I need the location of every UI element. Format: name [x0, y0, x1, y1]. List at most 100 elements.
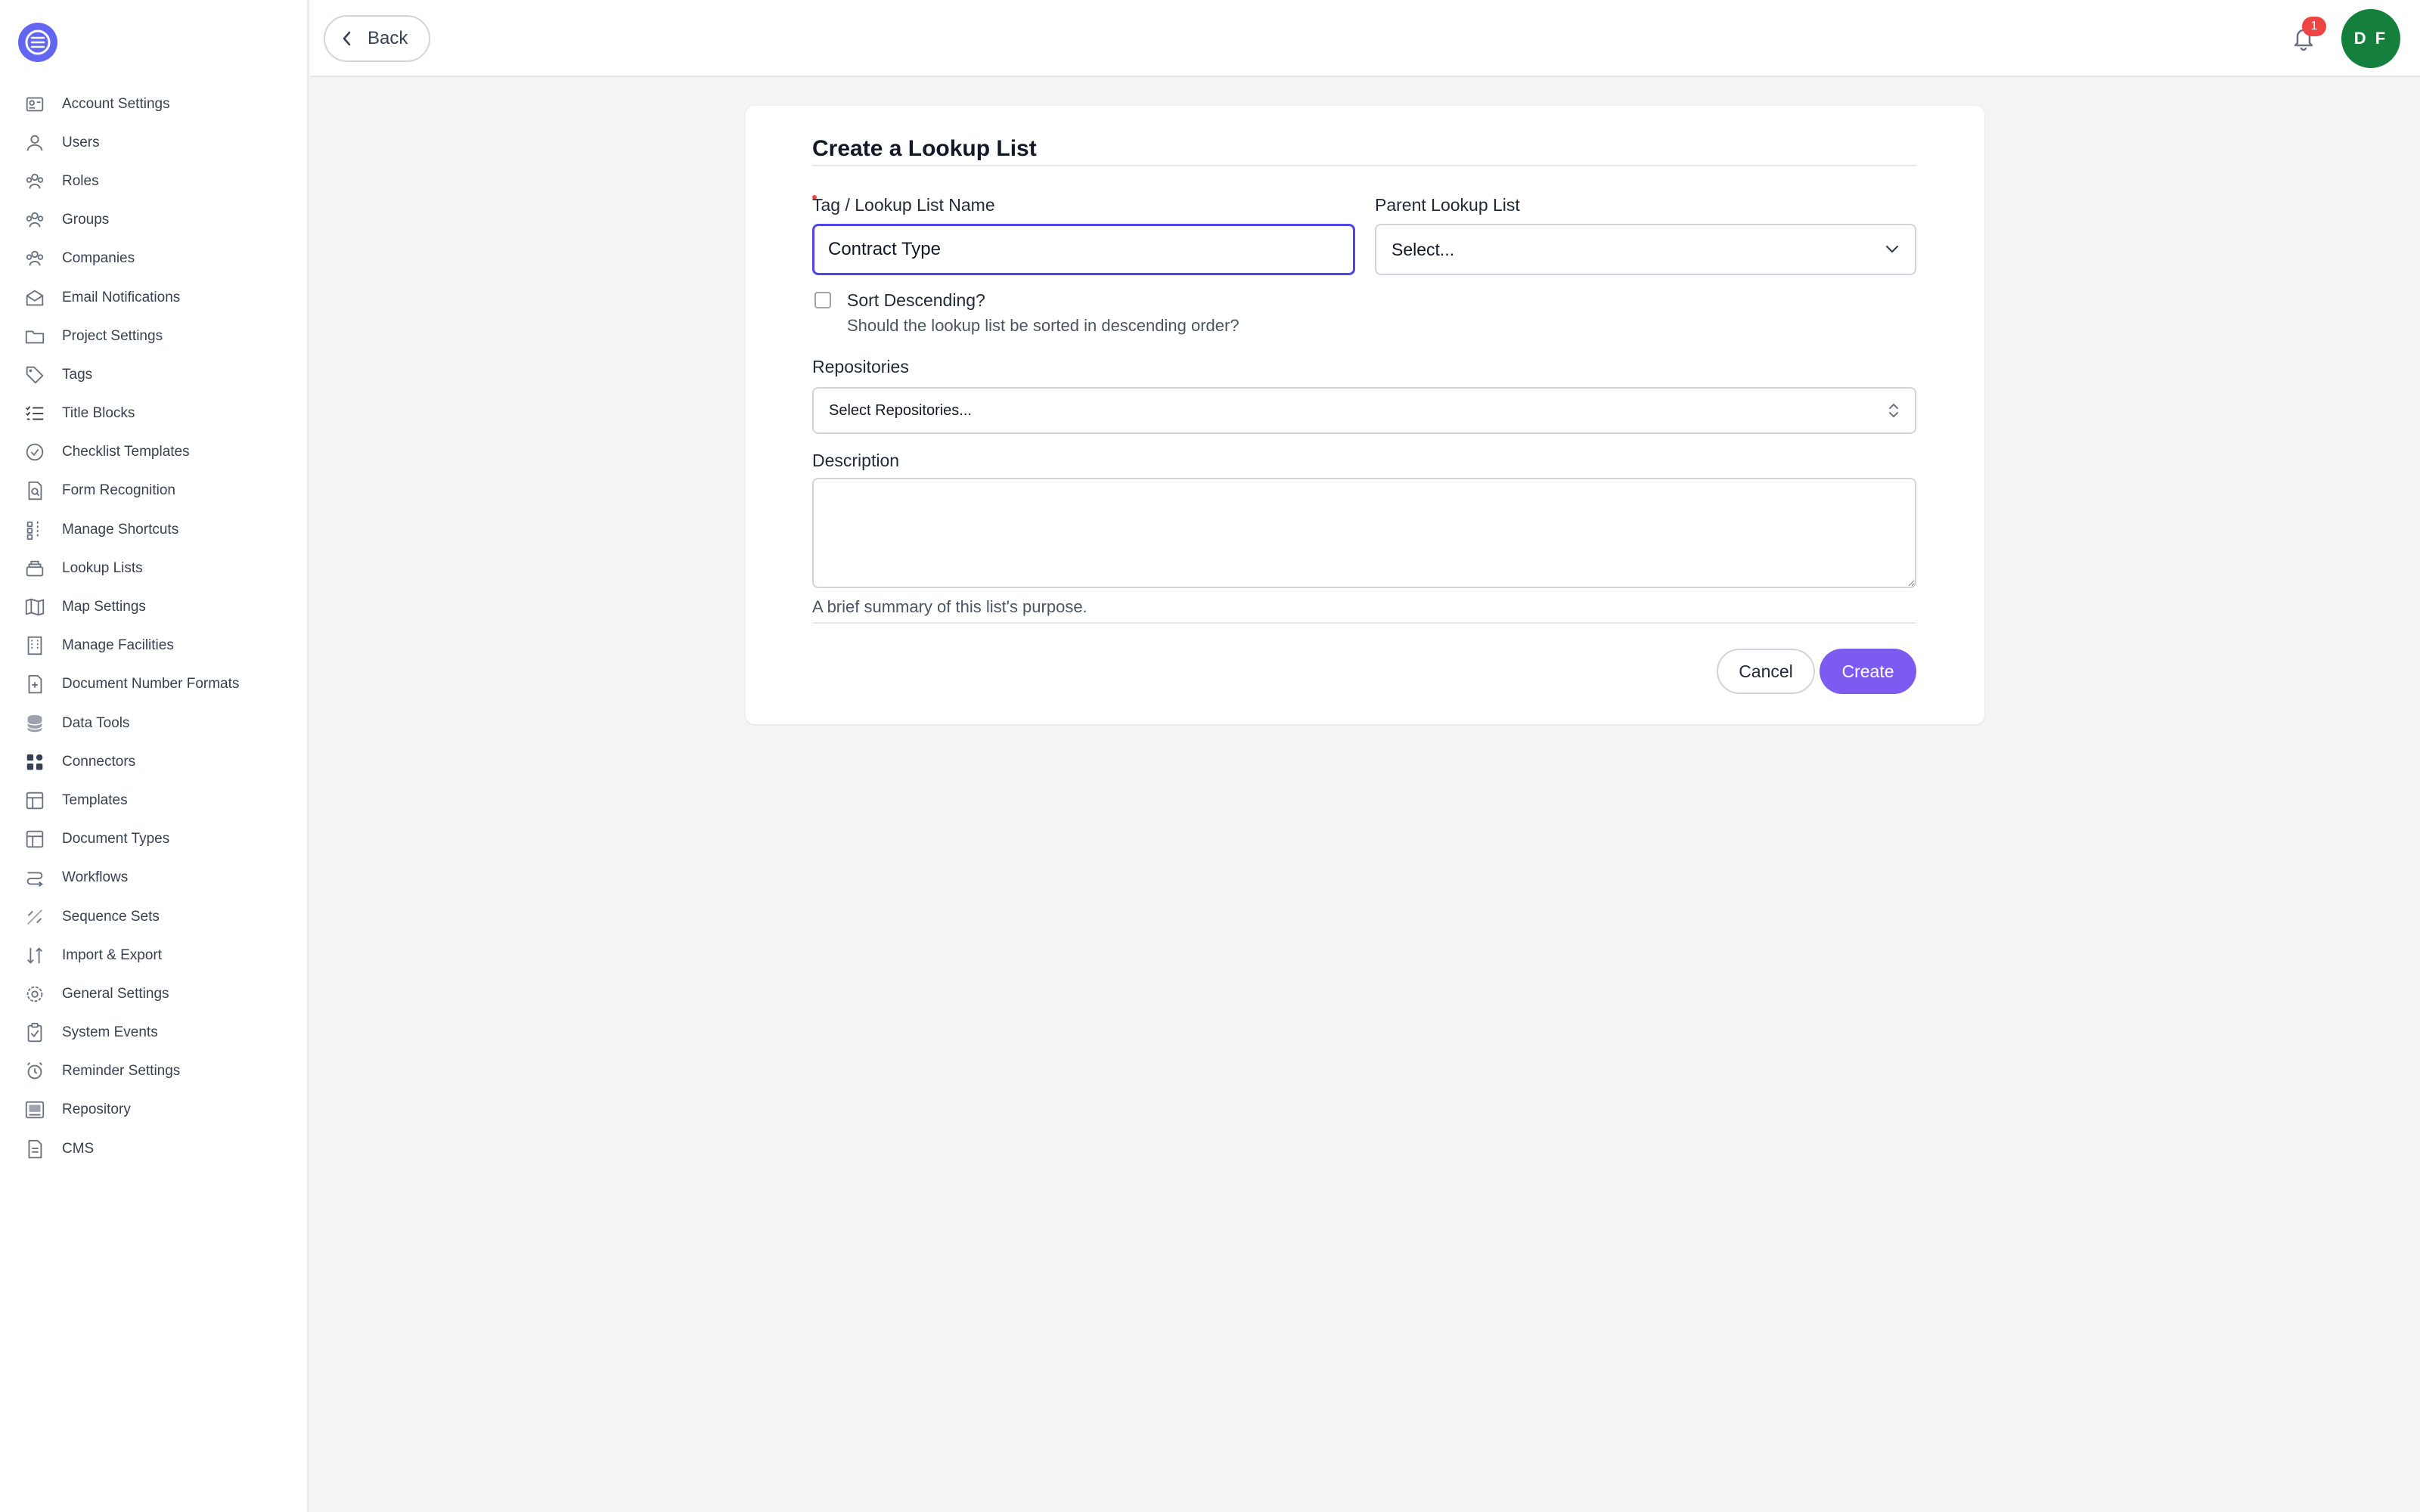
sidebar-item-label: General Settings [62, 985, 169, 1002]
sidebar-item-label: Users [62, 134, 100, 150]
sidebar-nav: Account Settings Users Roles Groups Companie… [0, 85, 307, 1168]
database-icon [23, 711, 47, 736]
sidebar-item-checklist-templates[interactable]: Checklist Templates [0, 433, 307, 472]
sidebar-item-templates[interactable]: Templates [0, 781, 307, 820]
sidebar-item-reminder-settings[interactable]: Reminder Settings [0, 1052, 307, 1091]
sidebar-item-label: Manage Facilities [62, 637, 174, 654]
sidebar-item-form-recognition[interactable]: Form Recognition [0, 472, 307, 510]
sidebar-item-data-tools[interactable]: Data Tools [0, 704, 307, 742]
description-textarea[interactable] [812, 478, 1916, 588]
lookup-list-name-input[interactable] [812, 224, 1355, 275]
sidebar-item-users[interactable]: Users [0, 123, 307, 162]
sidebar-item-label: Map Settings [62, 599, 146, 615]
sidebar-item-manage-facilities[interactable]: Manage Facilities [0, 627, 307, 665]
sidebar-item-project-settings[interactable]: Project Settings [0, 317, 307, 355]
sidebar-item-label: Document Types [62, 831, 170, 847]
building-icon [23, 634, 47, 658]
sidebar-item-account-settings[interactable]: Account Settings [0, 85, 307, 123]
layout-icon [23, 789, 47, 813]
envelope-open-icon [23, 286, 47, 310]
top-bar: Back 1 D F [310, 0, 2420, 77]
sidebar-item-label: Reminder Settings [62, 1063, 181, 1080]
sidebar-item-roles[interactable]: Roles [0, 162, 307, 200]
gear-icon [23, 982, 47, 1006]
tag-icon [23, 363, 47, 387]
chevron-up-down-icon [1889, 404, 1898, 417]
sidebar-item-system-events[interactable]: System Events [0, 1014, 307, 1052]
document-icon [23, 1137, 47, 1161]
arrows-up-down-icon [23, 943, 47, 968]
check-circle-icon [23, 440, 47, 464]
sidebar-item-label: Manage Shortcuts [62, 521, 179, 538]
sidebar-item-manage-shortcuts[interactable]: Manage Shortcuts [0, 510, 307, 549]
sidebar-item-label: Tags [62, 366, 93, 383]
document-search-icon [23, 479, 47, 503]
sidebar-item-tags[interactable]: Tags [0, 355, 307, 394]
back-button-label: Back [368, 28, 408, 48]
sidebar-item-label: Connectors [62, 753, 136, 770]
sidebar-item-general-settings[interactable]: General Settings [0, 974, 307, 1013]
repositories-select[interactable]: Select Repositories... [812, 387, 1916, 434]
sort-descending-label: Sort Descending? [847, 290, 985, 310]
sequence-icon [23, 905, 47, 929]
inbox-icon [23, 1098, 47, 1122]
sidebar-item-lookup-lists[interactable]: Lookup Lists [0, 549, 307, 587]
sidebar-item-label: Companies [62, 250, 135, 267]
sidebar-item-label: Repository [62, 1101, 131, 1118]
back-button[interactable]: Back [324, 15, 431, 62]
sidebar-item-label: Workflows [62, 869, 129, 886]
sidebar-item-label: Sequence Sets [62, 908, 160, 925]
repositories-label: Repositories [812, 357, 909, 376]
sidebar-item-label: Form Recognition [62, 482, 175, 499]
chevron-left-icon [343, 31, 351, 46]
parent-lookup-select[interactable]: Select... [1375, 224, 1916, 275]
sidebar-item-sequence-sets[interactable]: Sequence Sets [0, 897, 307, 936]
id-card-icon [23, 92, 47, 116]
sidebar-item-label: Groups [62, 212, 110, 228]
user-icon [23, 131, 47, 155]
page-title: Create a Lookup List [812, 136, 1037, 161]
users-group-icon [23, 208, 47, 232]
notification-count-badge: 1 [2302, 17, 2326, 36]
sidebar-item-label: Import & Export [62, 947, 162, 963]
parent-lookup-value: Select... [1392, 239, 1455, 259]
sidebar-item-connectors[interactable]: Connectors [0, 742, 307, 781]
logo-icon [25, 29, 51, 55]
sidebar-item-label: System Events [62, 1024, 158, 1041]
form-divider [812, 622, 1916, 624]
create-button[interactable]: Create [1820, 649, 1916, 694]
sidebar-item-document-types[interactable]: Document Types [0, 820, 307, 859]
sidebar: Account Settings Users Roles Groups Companie… [0, 0, 309, 1512]
app-logo[interactable] [18, 23, 57, 62]
sidebar-item-label: Email Notifications [62, 289, 181, 305]
user-avatar[interactable]: D F [2341, 9, 2400, 68]
checklist-icon [23, 401, 47, 426]
parent-lookup-label: Parent Lookup List [1375, 195, 1520, 215]
sort-descending-checkbox[interactable] [814, 292, 831, 308]
sidebar-item-cms[interactable]: CMS [0, 1129, 307, 1168]
sidebar-item-label: Templates [62, 792, 128, 808]
name-label: Tag / Lookup List Name [812, 195, 995, 215]
sidebar-item-label: Project Settings [62, 327, 163, 344]
map-icon [23, 595, 47, 619]
sidebar-item-label: Checklist Templates [62, 444, 190, 460]
sidebar-item-email-notifications[interactable]: Email Notifications [0, 278, 307, 317]
alarm-clock-icon [23, 1059, 47, 1083]
users-group-icon [23, 246, 47, 271]
apps-icon [23, 750, 47, 774]
sidebar-item-companies[interactable]: Companies [0, 240, 307, 278]
sidebar-item-import-export[interactable]: Import & Export [0, 936, 307, 974]
sidebar-item-workflows[interactable]: Workflows [0, 859, 307, 897]
sidebar-item-document-number-formats[interactable]: Document Number Formats [0, 665, 307, 704]
create-lookup-list-card: Create a Lookup List Tag / Lookup List N… [746, 106, 1984, 724]
title-divider [812, 165, 1916, 166]
document-plus-icon [23, 672, 47, 696]
sidebar-item-repository[interactable]: Repository [0, 1091, 307, 1129]
sidebar-item-title-blocks[interactable]: Title Blocks [0, 395, 307, 433]
description-label: Description [812, 451, 900, 470]
cancel-button[interactable]: Cancel [1717, 649, 1815, 694]
sidebar-item-map-settings[interactable]: Map Settings [0, 587, 307, 626]
sidebar-item-label: Roles [62, 172, 99, 189]
sidebar-item-groups[interactable]: Groups [0, 201, 307, 240]
sidebar-item-label: Title Blocks [62, 405, 135, 422]
